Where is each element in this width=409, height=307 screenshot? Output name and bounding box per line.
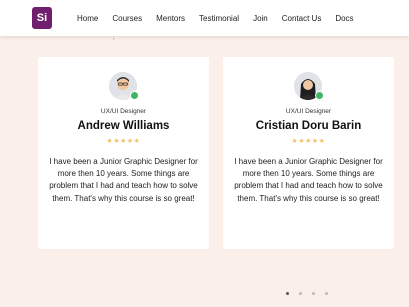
nav-link-docs[interactable]: Docs bbox=[335, 14, 353, 23]
nav-link-courses[interactable]: Courses bbox=[112, 14, 142, 23]
reviewer-role: UX/UI Designer bbox=[100, 108, 147, 115]
reviewer-name: Andrew Williams bbox=[77, 120, 170, 132]
nav-link-testimonial[interactable]: Testimonial bbox=[199, 14, 239, 23]
brand-logo[interactable]: Si bbox=[32, 7, 52, 29]
online-status-icon bbox=[130, 91, 139, 100]
nav-link-mentors[interactable]: Mentors bbox=[156, 14, 185, 23]
rating-stars-icon: ★★★★★ bbox=[106, 138, 141, 145]
reviewer-role: UX/UI Designer bbox=[285, 108, 332, 115]
carousel-pagination bbox=[286, 292, 328, 295]
online-status-icon bbox=[315, 91, 324, 100]
nav-link-join[interactable]: Join bbox=[253, 14, 268, 23]
pagination-dot[interactable] bbox=[286, 292, 289, 295]
testimonial-quote: I have been a Junior Graphic Designer fo… bbox=[49, 157, 198, 203]
testimonial-card: UX/UI Designer Andrew Williams ★★★★★ I h… bbox=[38, 57, 209, 249]
nav-link-contact-us[interactable]: Contact Us bbox=[282, 14, 322, 23]
pagination-dot[interactable] bbox=[325, 292, 328, 295]
nav-links: Home Courses Mentors Testimonial Join Co… bbox=[77, 0, 354, 36]
reviewer-name: Cristian Doru Barin bbox=[255, 120, 362, 132]
nav-link-home[interactable]: Home bbox=[77, 14, 98, 23]
rating-stars-icon: ★★★★★ bbox=[291, 138, 326, 145]
testimonial-quote: I have been a Junior Graphic Designer fo… bbox=[234, 157, 383, 203]
pagination-dot[interactable] bbox=[312, 292, 315, 295]
testimonial-card: UX/UI Designer Cristian Doru Barin ★★★★★… bbox=[223, 57, 394, 249]
pagination-dot[interactable] bbox=[299, 292, 302, 295]
top-navbar: Si Home Courses Mentors Testimonial Join… bbox=[0, 0, 409, 36]
